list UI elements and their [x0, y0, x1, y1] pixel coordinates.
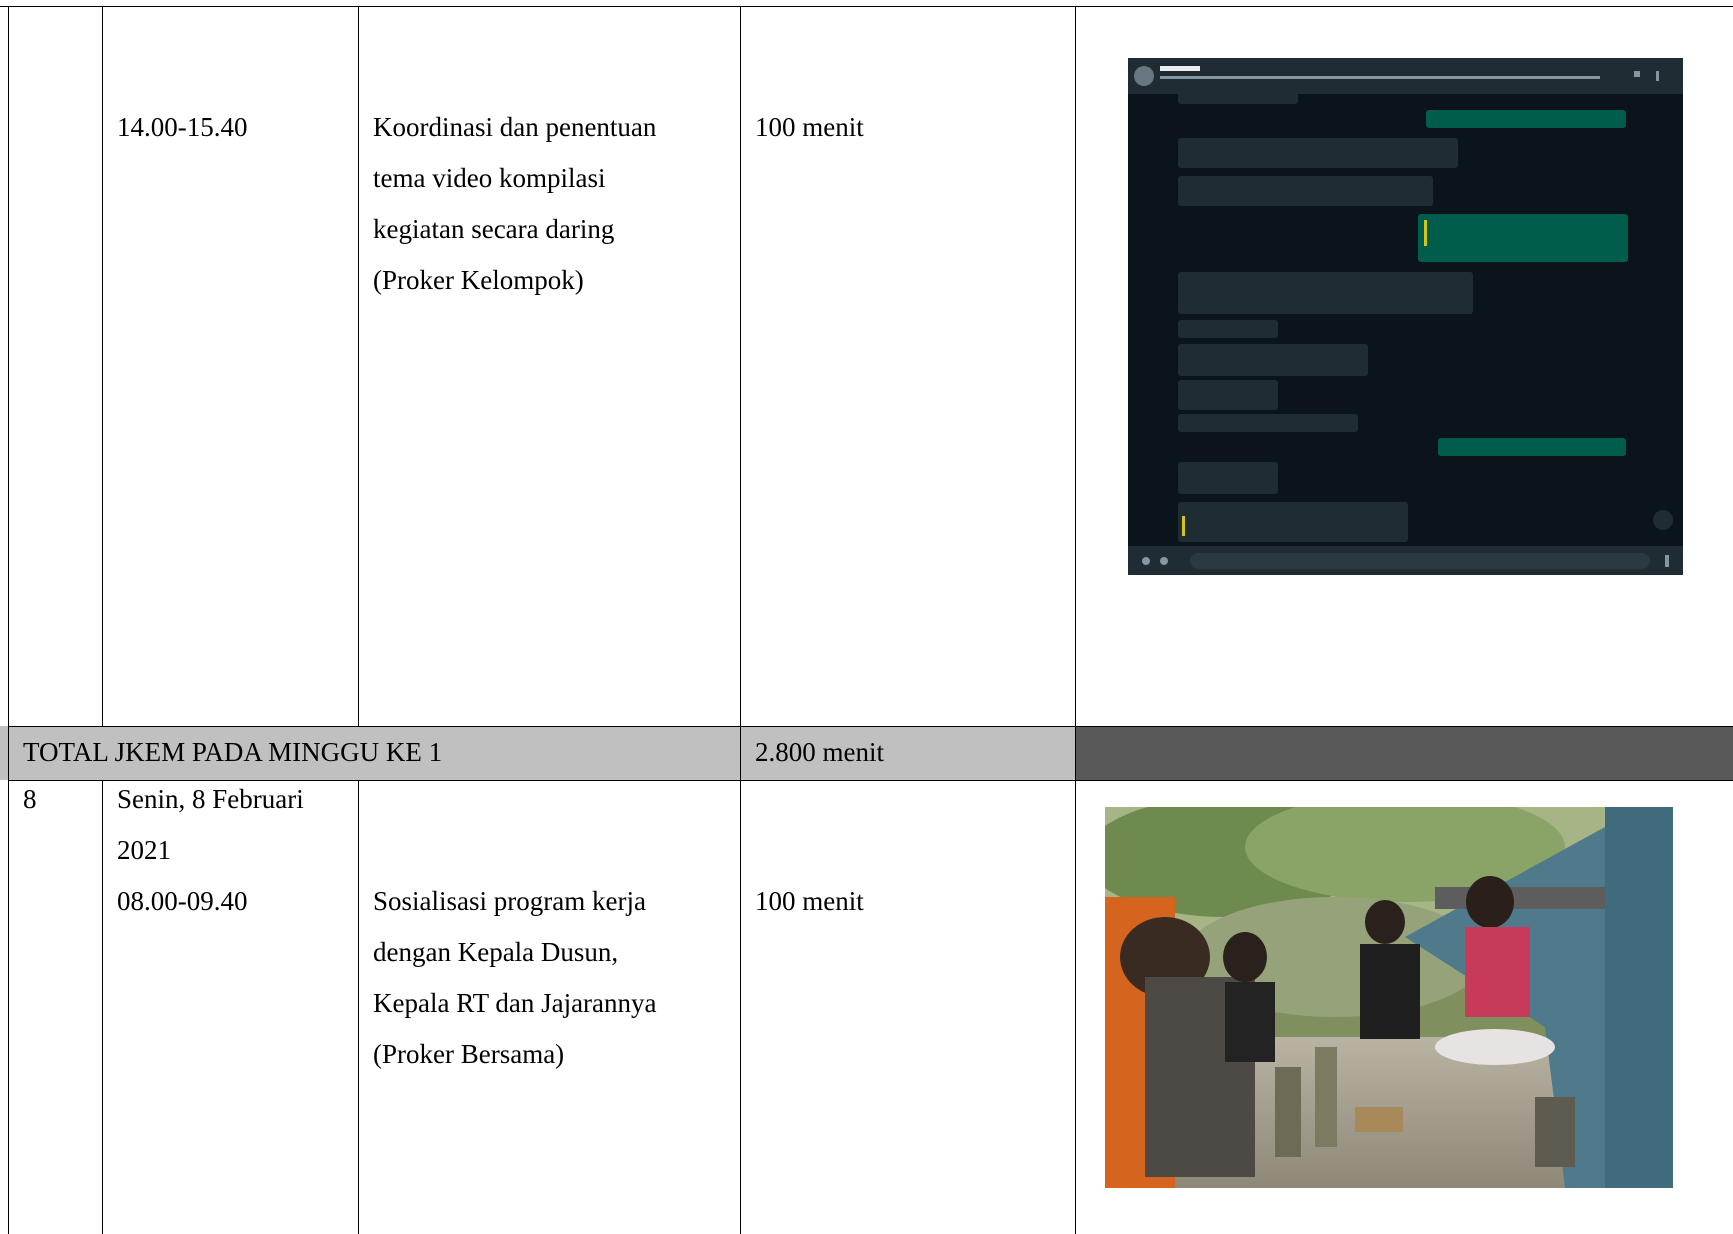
- table-top-border: [0, 6, 1733, 7]
- col-divider-3: [740, 6, 741, 1234]
- row3-activity: Sosialisasi program kerja dengan Kepala …: [373, 886, 657, 1069]
- total-row-right-bg: [1075, 726, 1733, 780]
- row1-duration: 100 menit: [755, 112, 864, 142]
- meeting-photo-image: [1105, 807, 1673, 1188]
- row3-no: 8: [23, 784, 37, 814]
- total-row-duration: 2.800 menit: [755, 737, 884, 767]
- total-row-label: TOTAL JKEM PADA MINGGU KE 1: [23, 737, 443, 767]
- col-divider-1b: [102, 780, 103, 1234]
- chat-screenshot-image: [1128, 58, 1683, 575]
- row1-activity: Koordinasi dan penentuan tema video komp…: [373, 112, 657, 295]
- row3-duration: 100 menit: [755, 886, 864, 916]
- col-divider-4: [1075, 6, 1076, 1234]
- table-left-border: [8, 6, 9, 1234]
- col-divider-2: [358, 6, 359, 726]
- col-divider-1: [102, 6, 103, 726]
- row3-time: 08.00-09.40: [117, 886, 248, 916]
- col-divider-2b: [358, 780, 359, 1234]
- row1-time: 14.00-15.40: [117, 112, 248, 142]
- row3-date: Senin, 8 Februari 2021: [117, 784, 304, 865]
